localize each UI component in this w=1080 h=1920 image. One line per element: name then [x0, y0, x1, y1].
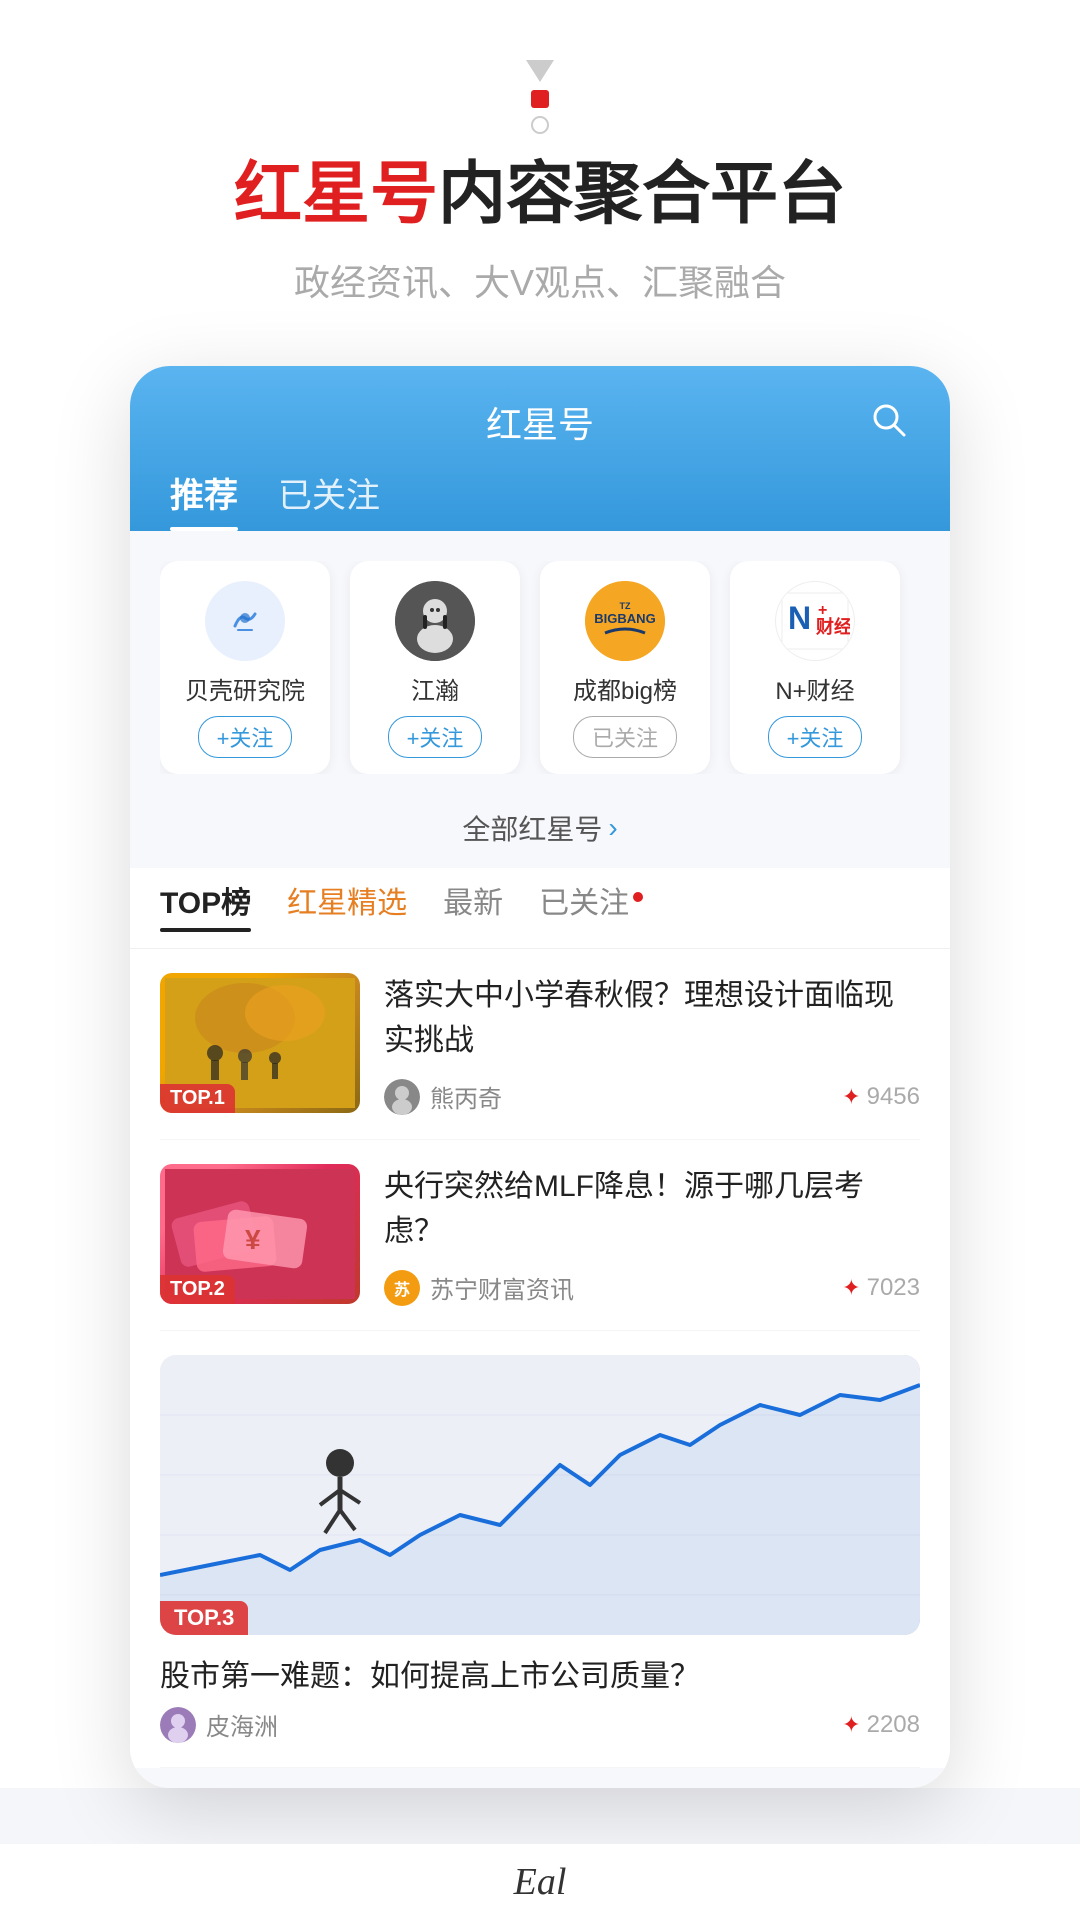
tab-redstar[interactable]: 红星精选	[287, 878, 407, 932]
tab-top[interactable]: TOP榜	[160, 878, 251, 932]
news-meta-1: 熊丙奇 ✦ 9456	[384, 1079, 920, 1115]
channel-card-bigbang: TZ BIGBANG 成都big榜 已关注	[540, 561, 710, 774]
search-icon	[866, 397, 910, 441]
follow-btn-jianghan[interactable]: +关注	[388, 716, 483, 758]
channel-cards-row: 贝壳研究院 +关注	[160, 561, 920, 774]
bottom-bar-text: Eal	[514, 1861, 567, 1903]
news-meta-2: 苏 苏宁财富资讯 ✦ 7023	[384, 1270, 920, 1306]
news-item-1[interactable]: TOP.1 落实大中小学春秋假？理想设计面临现实挑战	[160, 949, 920, 1140]
search-button[interactable]	[866, 397, 910, 446]
top-section: 红星号内容聚合平台 政经资讯、大V观点、汇聚融合 红星号 推荐	[0, 0, 1080, 1788]
news-author-3: 皮海洲	[160, 1707, 278, 1743]
author-name-1: 熊丙奇	[430, 1079, 502, 1114]
channel-card-beike: 贝壳研究院 +关注	[160, 561, 330, 774]
news-big-title-3: 股市第一难题：如何提高上市公司质量？	[160, 1651, 920, 1695]
svg-text:¥: ¥	[245, 1224, 261, 1255]
author3-avatar-icon	[160, 1707, 196, 1743]
following-tab-dot	[633, 892, 643, 902]
content-tabs: TOP榜 红星精选 最新 已关注	[130, 868, 950, 949]
see-all-arrow-icon: ›	[608, 812, 617, 844]
stock-graph-icon	[160, 1355, 920, 1635]
top-badge-2: TOP.2	[160, 1275, 235, 1304]
jianghan-avatar-icon	[395, 581, 475, 661]
news-count-3: 2208	[867, 1711, 920, 1739]
news-body-1: 落实大中小学春秋假？理想设计面临现实挑战	[384, 973, 920, 1115]
top-badge-1: TOP.1	[160, 1084, 235, 1113]
channel-name-beike: 贝壳研究院	[185, 671, 305, 706]
phone-header-top: 红星号	[170, 396, 910, 448]
follow-btn-ncj[interactable]: +关注	[768, 716, 863, 758]
author-avatar-3	[160, 1707, 196, 1743]
svg-text:TZ: TZ	[620, 601, 631, 611]
news-big-thumb-3: TOP.3	[160, 1355, 920, 1635]
star-icon-2: ✦	[842, 1275, 860, 1301]
channel-card-ncj: N + 财经 N+财经 +关注	[730, 561, 900, 774]
svg-text:N: N	[788, 600, 811, 636]
news-author-1: 熊丙奇	[384, 1079, 502, 1115]
news-count-1: 9456	[867, 1083, 920, 1111]
phone-nav-tabs: 推荐 已关注	[170, 468, 910, 531]
tab-following[interactable]: 已关注	[278, 468, 380, 531]
beike-logo-icon	[220, 596, 270, 646]
channel-name-jianghan: 江瀚	[411, 671, 459, 706]
tab-following[interactable]: 已关注	[539, 878, 643, 932]
news-thumb-1: TOP.1	[160, 973, 360, 1113]
news-count-2: 7023	[867, 1274, 920, 1302]
author-name-3: 皮海洲	[206, 1707, 278, 1742]
news-item-3[interactable]: TOP.3 股市第一难题：如何提高上市公司质量？	[160, 1331, 920, 1768]
news-list: TOP.1 落实大中小学春秋假？理想设计面临现实挑战	[130, 949, 950, 1768]
channel-name-ncj: N+财经	[775, 671, 854, 706]
news-stats-3: ✦ 2208	[842, 1711, 920, 1739]
author-name-2: 苏宁财富资讯	[430, 1270, 574, 1305]
see-all-row[interactable]: 全部红星号 ›	[160, 798, 920, 868]
author-avatar-2: 苏	[384, 1270, 420, 1306]
main-title: 红星号内容聚合平台	[234, 154, 846, 236]
author1-avatar-icon	[384, 1079, 420, 1115]
signal-circle-dot	[531, 116, 549, 134]
star-icon-1: ✦	[842, 1084, 860, 1110]
phone-card: 红星号 推荐 已关注	[130, 366, 950, 1788]
phone-mockup-wrapper: 红星号 推荐 已关注	[0, 366, 1080, 1788]
follow-btn-beike[interactable]: +关注	[198, 716, 293, 758]
phone-content: 贝壳研究院 +关注	[130, 531, 950, 1788]
tab-recommended[interactable]: 推荐	[170, 468, 238, 531]
channel-avatar-jianghan	[395, 581, 475, 661]
phone-header: 红星号 推荐 已关注	[130, 366, 950, 531]
phone-header-title: 红星号	[486, 396, 594, 448]
star-icon-3: ✦	[842, 1712, 860, 1738]
channel-name-bigbang: 成都big榜	[573, 671, 677, 706]
channel-card-jianghan: 江瀚 +关注	[350, 561, 520, 774]
follow-btn-bigbang[interactable]: 已关注	[573, 716, 677, 758]
main-title-red: 红星号	[234, 156, 438, 232]
see-all-text: 全部红星号	[462, 808, 602, 848]
tab-latest[interactable]: 最新	[443, 878, 503, 932]
subtitle: 政经资讯、大V观点、汇聚融合	[294, 254, 786, 306]
channel-avatar-ncj: N + 财经	[775, 581, 855, 661]
top-badge-3: TOP.3	[160, 1601, 248, 1635]
bigbang-logo-icon: TZ BIGBANG	[585, 581, 665, 661]
signal-indicator	[526, 60, 554, 134]
svg-text:BIGBANG: BIGBANG	[594, 611, 655, 626]
svg-text:财经: 财经	[816, 616, 850, 637]
news-stats-1: ✦ 9456	[842, 1083, 920, 1111]
ncj-logo-icon: N + 财经	[780, 591, 850, 651]
news-stats-2: ✦ 7023	[842, 1274, 920, 1302]
news-body-2: 央行突然给MLF降息！源于哪几层考虑？ 苏 苏宁财富资讯 ✦ 7023	[384, 1164, 920, 1306]
news-item-2[interactable]: ¥ TOP.2 央行突然给MLF降息！源于哪几层考虑？ 苏 苏宁财富资讯	[160, 1140, 920, 1331]
main-title-black: 内容聚合平台	[438, 156, 846, 232]
news-thumb-2: ¥ TOP.2	[160, 1164, 360, 1304]
news-author-2: 苏 苏宁财富资讯	[384, 1270, 574, 1306]
author-avatar-1	[384, 1079, 420, 1115]
channel-avatar-bigbang: TZ BIGBANG	[585, 581, 665, 661]
signal-triangle-icon	[526, 60, 554, 82]
signal-red-dot	[531, 90, 549, 108]
news-big-meta-3: 皮海洲 ✦ 2208	[160, 1707, 920, 1743]
news-title-2: 央行突然给MLF降息！源于哪几层考虑？	[384, 1164, 920, 1254]
bottom-bar: Eal	[0, 1844, 1080, 1920]
news-title-1: 落实大中小学春秋假？理想设计面临现实挑战	[384, 973, 920, 1063]
channel-avatar-beike	[205, 581, 285, 661]
